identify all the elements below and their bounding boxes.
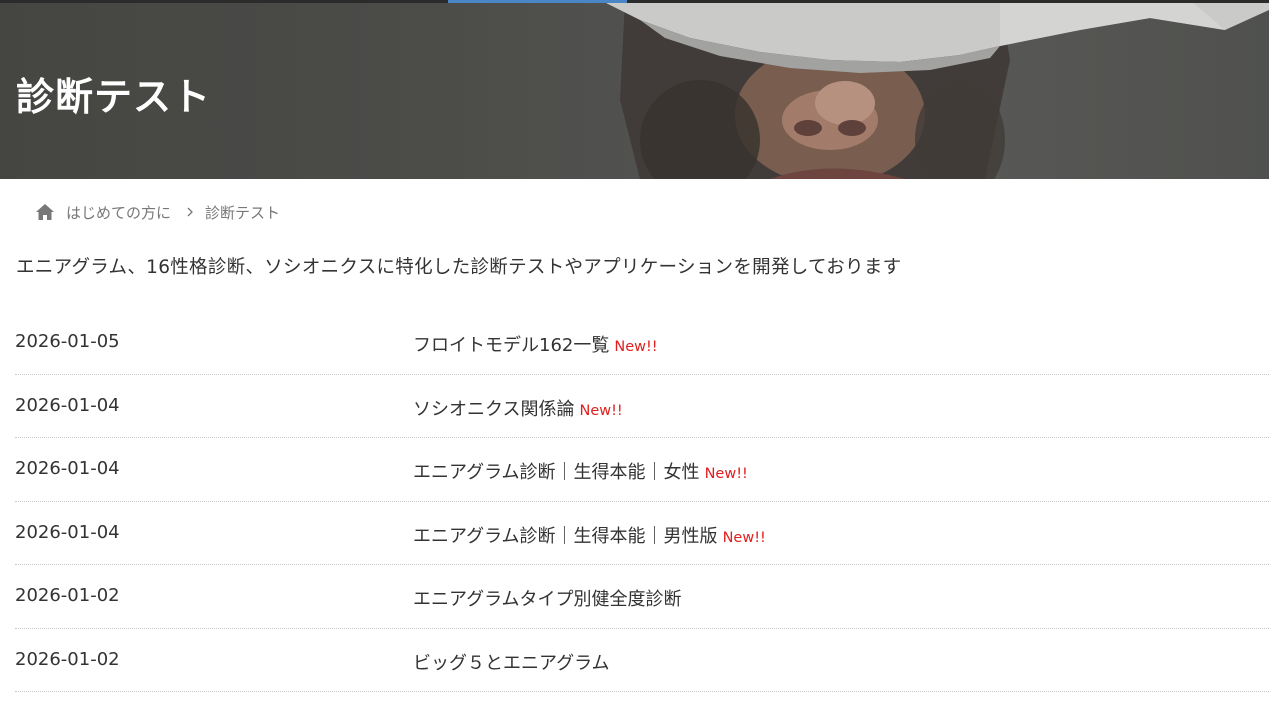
new-badge: New!! xyxy=(614,339,658,355)
chevron-right-icon xyxy=(185,206,195,218)
list-item: 2026-01-05 フロイトモデル162一覧 New!! xyxy=(15,311,1269,375)
post-title-text[interactable]: ビッグ５とエニアグラム xyxy=(413,653,610,674)
post-date: 2026-01-04 xyxy=(15,394,120,416)
top-navigation-bar xyxy=(0,0,1269,3)
page-title: 診断テスト xyxy=(16,74,212,119)
breadcrumb: はじめての方に 診断テスト xyxy=(35,200,280,224)
page-description: エニアグラム、16性格診断、ソシオニクスに特化した診断テストやアプリケーションを… xyxy=(16,257,902,278)
post-date: 2026-01-04 xyxy=(15,521,120,543)
new-badge: New!! xyxy=(722,529,766,546)
post-title-link[interactable]: エニアグラム診断｜生得本能｜女性 New!! xyxy=(413,458,748,484)
list-item: 2026-01-02 エニアグラムタイプ別健全度診断 xyxy=(15,565,1269,629)
post-title-text[interactable]: エニアグラムタイプ別健全度診断 xyxy=(413,589,682,610)
new-badge: New!! xyxy=(579,402,623,419)
post-title-link[interactable]: エニアグラムタイプ別健全度診断 xyxy=(413,585,687,611)
post-list: 2026-01-05 フロイトモデル162一覧 New!! 2026-01-04 … xyxy=(15,311,1269,692)
post-title-link[interactable]: ビッグ５とエニアグラム xyxy=(413,649,615,675)
post-date: 2026-01-02 xyxy=(15,585,120,606)
list-item: 2026-01-04 エニアグラム診断｜生得本能｜男性版 New!! xyxy=(15,502,1269,565)
list-item: 2026-01-04 エニアグラム診断｜生得本能｜女性 New!! xyxy=(15,438,1269,502)
list-item: 2026-01-02 ビッグ５とエニアグラム xyxy=(15,629,1269,692)
breadcrumb-current: 診断テスト xyxy=(205,203,281,222)
new-badge: New!! xyxy=(704,466,748,482)
page-header-banner: 診断テスト xyxy=(0,0,1269,179)
post-title-text[interactable]: フロイトモデル162一覧 xyxy=(413,335,609,356)
post-date: 2026-01-02 xyxy=(15,648,120,670)
home-icon[interactable] xyxy=(35,202,55,222)
post-date: 2026-01-04 xyxy=(15,458,120,479)
post-title-text[interactable]: ソシオニクス関係論 xyxy=(413,399,574,420)
list-item: 2026-01-04 ソシオニクス関係論 New!! xyxy=(15,375,1269,438)
post-title-text[interactable]: エニアグラム診断｜生得本能｜女性 xyxy=(413,462,700,483)
post-title-link[interactable]: フロイトモデル162一覧 New!! xyxy=(413,331,658,357)
breadcrumb-link-first-time[interactable]: はじめての方に xyxy=(66,202,171,223)
post-date: 2026-01-05 xyxy=(15,331,120,352)
post-title-link[interactable]: ソシオニクス関係論 New!! xyxy=(413,395,623,421)
active-nav-indicator xyxy=(448,0,627,3)
post-title-text[interactable]: エニアグラム診断｜生得本能｜男性版 xyxy=(413,526,718,547)
post-title-link[interactable]: エニアグラム診断｜生得本能｜男性版 New!! xyxy=(413,522,766,548)
